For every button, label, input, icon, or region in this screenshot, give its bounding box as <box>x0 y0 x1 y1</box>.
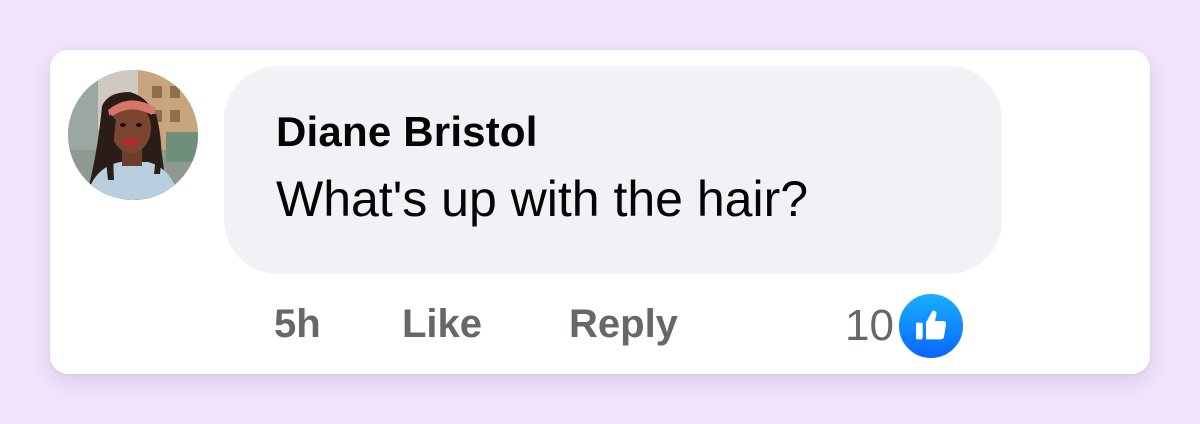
comment-bubble: Diane Bristol What's up with the hair? <box>224 66 1002 274</box>
reply-button[interactable]: Reply <box>569 302 678 347</box>
avatar-photo <box>68 70 198 200</box>
comment-author[interactable]: Diane Bristol <box>276 108 538 156</box>
like-button[interactable]: Like <box>402 302 482 347</box>
comment-card: Diane Bristol What's up with the hair? 5… <box>50 50 1150 374</box>
reaction-count: 10 <box>845 301 894 350</box>
reaction-summary[interactable]: 10 <box>845 288 966 364</box>
comment-timestamp[interactable]: 5h <box>274 302 321 347</box>
like-thumbs-up-icon <box>895 291 966 361</box>
comment-text: What's up with the hair? <box>276 171 809 227</box>
avatar[interactable] <box>68 70 198 200</box>
